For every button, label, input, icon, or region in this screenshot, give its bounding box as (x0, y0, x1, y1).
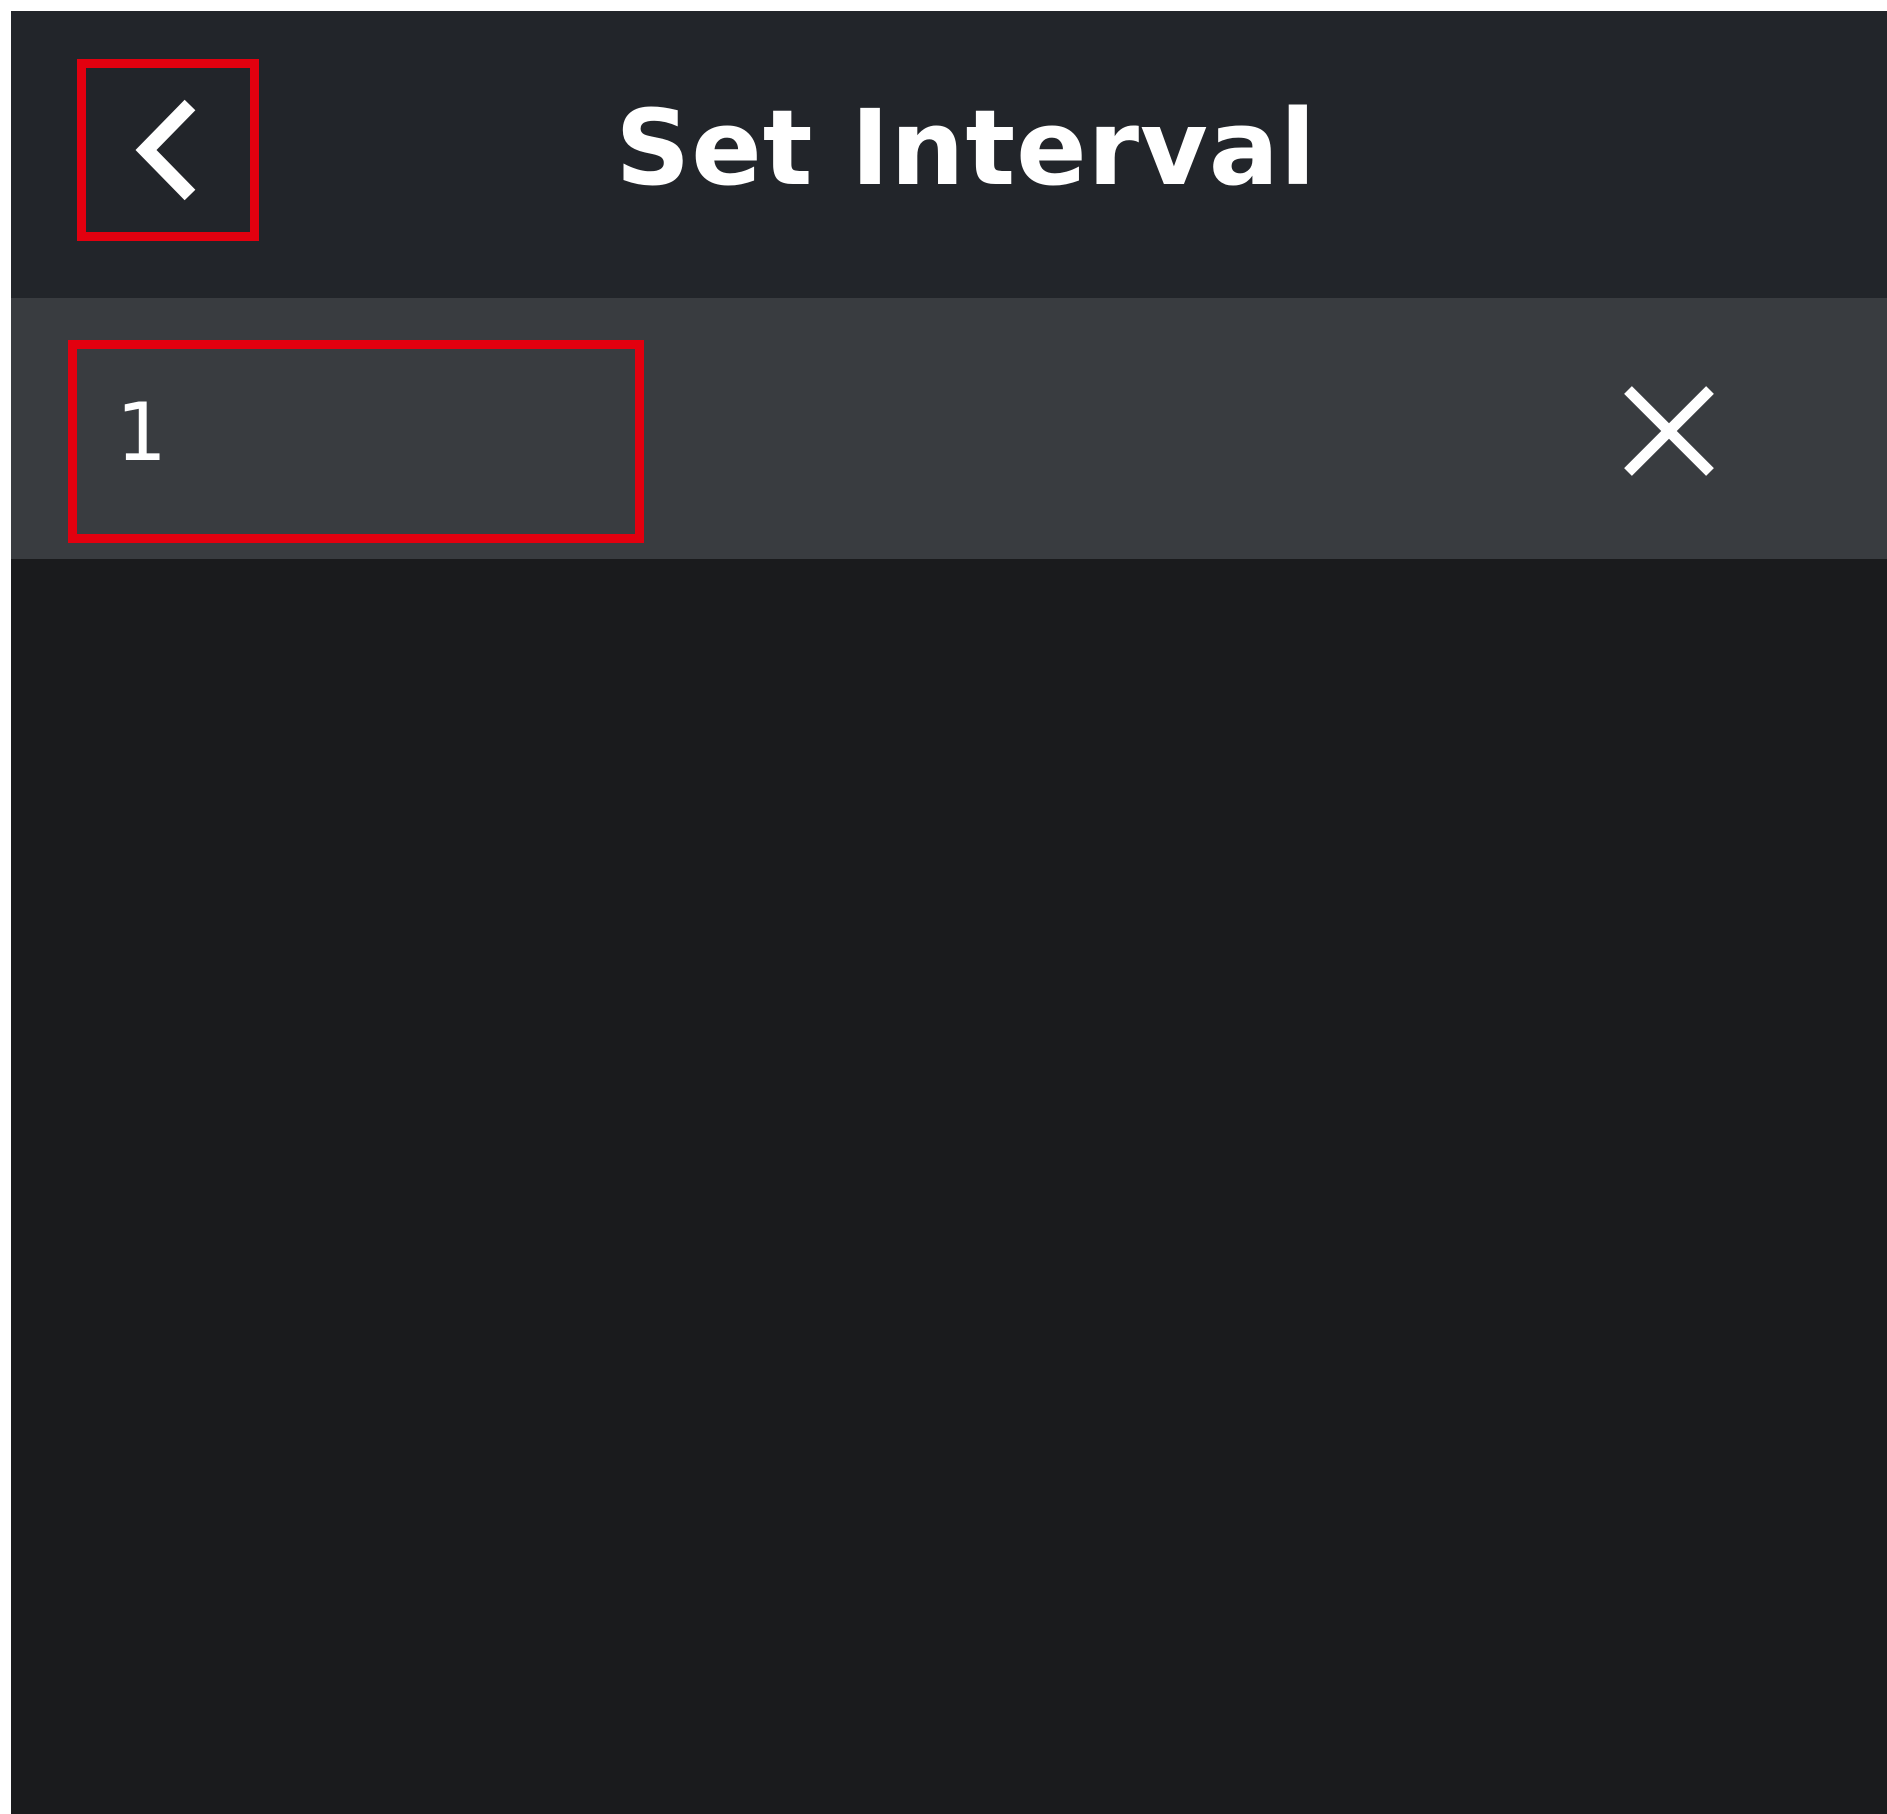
close-icon (1623, 385, 1714, 476)
app-screen: Set Interval (11, 11, 1887, 1814)
interval-input[interactable] (116, 358, 576, 508)
clear-button[interactable] (1581, 343, 1756, 518)
page-title: Set Interval (615, 87, 1317, 209)
back-button[interactable] (80, 62, 255, 237)
chevron-left-icon (135, 99, 195, 200)
header-bar: Set Interval (11, 11, 1887, 298)
interval-input-bar (11, 298, 1887, 559)
